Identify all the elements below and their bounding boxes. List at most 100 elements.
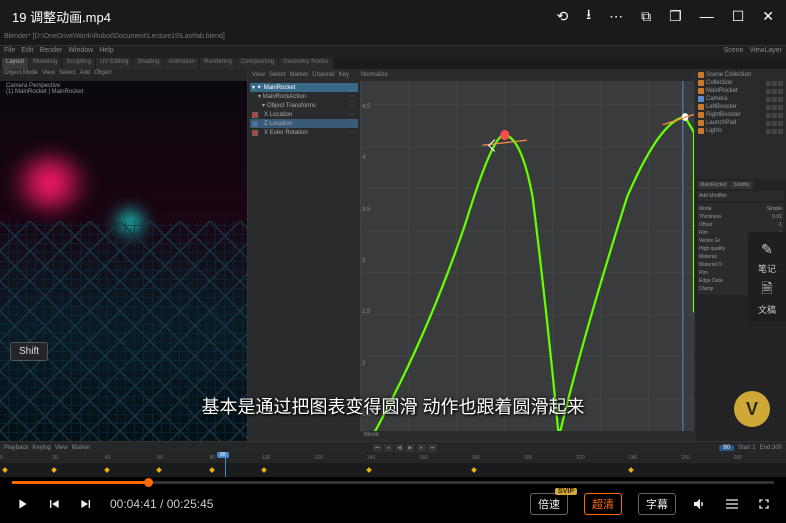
share-icon[interactable]: ⟲ xyxy=(557,8,569,25)
curve-svg xyxy=(360,81,694,441)
outliner-row: Collection xyxy=(697,79,784,87)
workspace-tabs: Layout Modeling Sculpting UV Editing Sha… xyxy=(0,58,786,69)
keyframe[interactable] xyxy=(261,467,267,473)
tab-layout[interactable]: Layout xyxy=(2,58,28,69)
scene-name[interactable]: Scene xyxy=(724,47,744,57)
speed-button[interactable]: 倍速SVIP xyxy=(530,493,568,515)
keyframe[interactable] xyxy=(471,467,477,473)
viewport-mode[interactable]: Object Mode xyxy=(4,70,38,80)
prev-button[interactable] xyxy=(46,496,62,512)
graph-header: View Select Marker Channel Key Normalize xyxy=(248,69,694,81)
vp-menu-view[interactable]: View xyxy=(42,70,55,80)
keyframe[interactable] xyxy=(104,467,110,473)
keyframe[interactable] xyxy=(2,467,8,473)
vp-menu-select[interactable]: Select xyxy=(59,70,76,80)
video-player-controls: 00:04:41 / 00:25:45 倍速SVIP 超清 字幕 xyxy=(0,477,786,523)
channel-xrot: X Euler Rotation⋯ xyxy=(250,128,358,137)
transcript-button[interactable]: 🗎 文稿 xyxy=(750,279,784,316)
gh-key[interactable]: Key xyxy=(339,72,349,78)
transport-controls: ⏮ ◂ ◀ ▶ ▸ ⏭ xyxy=(373,444,437,452)
keyframe[interactable] xyxy=(209,467,215,473)
play-button[interactable] xyxy=(14,496,30,512)
gh-channel[interactable]: Channel xyxy=(312,72,334,78)
tl-view[interactable]: View xyxy=(55,445,68,451)
tab-geonodes[interactable]: Geometry Nodes xyxy=(279,58,332,69)
timeline[interactable]: Playback Keying View Marker ⏮ ◂ ◀ ▶ ▸ ⏭ … xyxy=(0,441,786,477)
keyframe[interactable] xyxy=(628,467,634,473)
outliner-row: Scene Collection xyxy=(697,71,784,79)
frame-start[interactable]: Start 1 xyxy=(738,445,756,451)
tl-marker[interactable]: Marker xyxy=(72,445,91,451)
gh-select[interactable]: Select xyxy=(269,72,286,78)
document-icon: 🗎 xyxy=(756,279,778,301)
vp-menu-object[interactable]: Object xyxy=(94,70,111,80)
menu-edit[interactable]: Edit xyxy=(21,47,33,57)
outliner-row: LeftBooster xyxy=(697,103,784,111)
video-area: Blender* [D:\OneDrive\Work\Robot\Documen… xyxy=(0,32,786,477)
quality-button[interactable]: 超清 xyxy=(584,493,622,515)
channel-tree[interactable]: ▾ ✦MainRocket ▾ MainRockAction⋯ ▾Object … xyxy=(248,81,360,441)
menu-render[interactable]: Render xyxy=(39,47,62,57)
maximize-icon[interactable]: ☐ xyxy=(732,8,745,25)
gh-view[interactable]: View xyxy=(252,72,265,78)
jump-end-icon[interactable]: ⏭ xyxy=(428,444,437,452)
property-field[interactable]: Offset-1 xyxy=(699,221,782,229)
vp-menu-add[interactable]: Add xyxy=(80,70,91,80)
keyframe[interactable] xyxy=(52,467,58,473)
prev-key-icon[interactable]: ◂ xyxy=(384,444,393,452)
play-rev-icon[interactable]: ◀ xyxy=(395,444,404,452)
volume-button[interactable] xyxy=(692,496,708,512)
more-icon[interactable]: ⋯ xyxy=(609,8,623,25)
add-modifier[interactable]: Add Modifier xyxy=(697,191,784,201)
next-button[interactable] xyxy=(78,496,94,512)
curve-canvas[interactable]: 4.54 3.53 2.52 1.5 Move xyxy=(360,81,694,441)
tree-action: ▾ MainRockAction⋯ xyxy=(250,92,358,101)
current-frame[interactable]: 90 xyxy=(719,445,734,451)
gh-normalize[interactable]: Normalize xyxy=(361,72,388,78)
timeline-track[interactable]: 0204060801001201401601802002202402602803… xyxy=(0,453,786,477)
window-titlebar: 19 调整动画.mp4 ⟲ ⭳ ⋯ ⧉ ❐ — ☐ ✕ xyxy=(0,0,786,32)
channel-zloc: Z Location⋯ xyxy=(250,119,358,128)
viewport-header: Object Mode View Select Add Object xyxy=(0,69,247,81)
tab-uv[interactable]: UV Editing xyxy=(96,58,132,69)
restore-icon[interactable]: ❐ xyxy=(669,8,682,25)
close-icon[interactable]: ✕ xyxy=(762,8,774,25)
menu-help[interactable]: Help xyxy=(99,47,113,57)
property-field[interactable]: Thickness0.01 xyxy=(699,213,782,221)
gh-marker[interactable]: Marker xyxy=(290,72,309,78)
property-field[interactable]: ModeSimple xyxy=(699,205,782,213)
shift-indicator: Shift xyxy=(10,342,48,361)
graph-statusbar: Move xyxy=(360,431,694,441)
minimize-icon[interactable]: — xyxy=(700,8,714,24)
outliner-row: LaunchPad xyxy=(697,119,784,127)
tab-compositing[interactable]: Compositing xyxy=(237,58,278,69)
tab-shading[interactable]: Shading xyxy=(133,58,163,69)
frame-end[interactable]: End 300 xyxy=(760,445,782,451)
keyframe[interactable] xyxy=(366,467,372,473)
caption-button[interactable]: 字幕 xyxy=(638,493,676,515)
tab-modeling[interactable]: Modeling xyxy=(29,58,61,69)
progress-bar[interactable] xyxy=(12,481,774,484)
viewport-3d[interactable]: Object Mode View Select Add Object Camer… xyxy=(0,69,248,441)
play-fwd-icon[interactable]: ▶ xyxy=(406,444,415,452)
fullscreen-button[interactable] xyxy=(756,496,772,512)
pip-icon[interactable]: ⧉ xyxy=(641,8,651,25)
outliner-row: MainRocket xyxy=(697,87,784,95)
download-icon[interactable]: ⭳ xyxy=(586,4,591,28)
tl-keying[interactable]: Keying xyxy=(32,445,50,451)
tl-playback[interactable]: Playback xyxy=(4,445,28,451)
tab-animation[interactable]: Animation xyxy=(164,58,199,69)
next-key-icon[interactable]: ▸ xyxy=(417,444,426,452)
viewlayer-name[interactable]: ViewLayer xyxy=(749,47,782,57)
menu-file[interactable]: File xyxy=(4,47,15,57)
settings-button[interactable] xyxy=(724,496,740,512)
channel-xloc: X Location⋯ xyxy=(250,110,358,119)
menu-window[interactable]: Window xyxy=(68,47,93,57)
keyframe[interactable] xyxy=(156,467,162,473)
jump-start-icon[interactable]: ⏮ xyxy=(373,444,382,452)
graph-editor: View Select Marker Channel Key Normalize… xyxy=(248,69,694,441)
notes-button[interactable]: ✎ 笔记 xyxy=(750,238,784,275)
tab-sculpting[interactable]: Sculpting xyxy=(62,58,95,69)
tab-rendering[interactable]: Rendering xyxy=(200,58,236,69)
outliner[interactable]: Scene Collection Collection MainRocket C… xyxy=(695,69,786,179)
